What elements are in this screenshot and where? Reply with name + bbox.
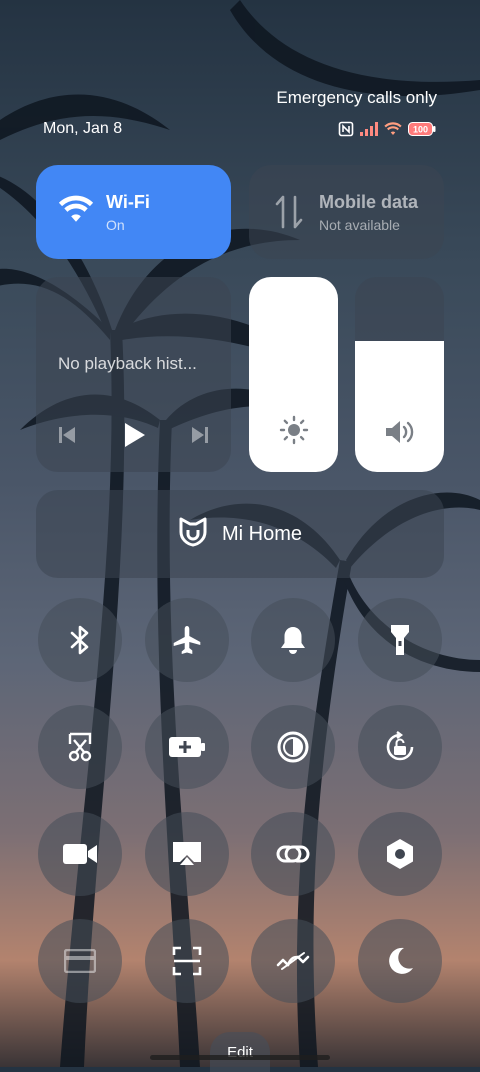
screen-recorder-toggle[interactable] bbox=[38, 812, 122, 896]
status-icons: 100 bbox=[338, 121, 436, 142]
link-toggle[interactable] bbox=[251, 812, 335, 896]
brightness-icon bbox=[279, 415, 309, 450]
battery-icon: 100 bbox=[408, 122, 436, 141]
network-status-text: Emergency calls only bbox=[276, 88, 437, 107]
scanner-toggle[interactable] bbox=[145, 919, 229, 1003]
wallet-toggle[interactable] bbox=[38, 919, 122, 1003]
next-track-icon[interactable] bbox=[191, 425, 209, 450]
volume-slider[interactable] bbox=[355, 277, 444, 472]
cast-icon bbox=[173, 842, 201, 865]
wifi-status-icon bbox=[384, 122, 402, 141]
brightness-slider[interactable] bbox=[249, 277, 338, 472]
home-indicator[interactable] bbox=[150, 1055, 330, 1060]
battery-saver-toggle[interactable] bbox=[145, 705, 229, 789]
rotation-lock-icon bbox=[386, 731, 414, 761]
mobile-data-tile[interactable]: Mobile data Not available bbox=[249, 165, 444, 259]
wifi-tile[interactable]: Wi-Fi On bbox=[36, 165, 231, 259]
do-not-disturb-toggle[interactable] bbox=[358, 919, 442, 1003]
moon-icon bbox=[389, 947, 413, 974]
edit-button[interactable]: Edit bbox=[210, 1032, 270, 1072]
settings-toggle[interactable] bbox=[358, 812, 442, 896]
bluetooth-icon bbox=[70, 625, 89, 655]
card-icon bbox=[64, 949, 96, 973]
airplane-icon bbox=[173, 626, 201, 654]
scan-icon bbox=[172, 946, 202, 976]
data-saver-icon bbox=[276, 952, 310, 970]
mi-home-tile[interactable]: Mi Home bbox=[36, 490, 444, 578]
wifi-status: On bbox=[106, 217, 125, 233]
dark-mode-toggle[interactable] bbox=[251, 705, 335, 789]
bell-icon bbox=[281, 627, 305, 654]
previous-track-icon[interactable] bbox=[58, 425, 76, 450]
flashlight-icon bbox=[391, 625, 409, 655]
mobile-data-title: Mobile data bbox=[319, 192, 419, 212]
signal-icon bbox=[360, 122, 378, 141]
nfc-icon bbox=[338, 121, 354, 142]
auto-rotate-toggle[interactable] bbox=[358, 705, 442, 789]
media-controls bbox=[58, 422, 209, 453]
mi-home-label: Mi Home bbox=[221, 522, 302, 545]
volume-icon bbox=[384, 419, 416, 450]
battery-saver-icon bbox=[169, 737, 205, 757]
media-title: No playback hist... bbox=[58, 354, 197, 373]
cast-toggle[interactable] bbox=[145, 812, 229, 896]
airplane-mode-toggle[interactable] bbox=[145, 598, 229, 682]
play-icon[interactable] bbox=[122, 422, 146, 453]
data-saver-toggle[interactable] bbox=[251, 919, 335, 1003]
mi-home-icon bbox=[178, 515, 208, 553]
scissors-icon bbox=[68, 732, 92, 762]
flashlight-toggle[interactable] bbox=[358, 598, 442, 682]
bluetooth-toggle[interactable] bbox=[38, 598, 122, 682]
wifi-title: Wi-Fi bbox=[106, 192, 150, 212]
volume-fill bbox=[355, 341, 444, 472]
mobile-data-icon bbox=[275, 195, 303, 234]
svg-text:100: 100 bbox=[413, 125, 428, 135]
hexagon-settings-icon bbox=[387, 839, 413, 869]
mobile-data-status: Not available bbox=[319, 217, 400, 233]
sound-toggle[interactable] bbox=[251, 598, 335, 682]
contrast-icon bbox=[277, 731, 309, 763]
media-player: No playback hist... bbox=[36, 277, 231, 472]
video-camera-icon bbox=[63, 844, 97, 864]
screenshot-toggle[interactable] bbox=[38, 705, 122, 789]
wifi-icon bbox=[58, 195, 94, 228]
link-icon bbox=[276, 845, 310, 863]
date-label: Mon, Jan 8 bbox=[43, 120, 123, 137]
